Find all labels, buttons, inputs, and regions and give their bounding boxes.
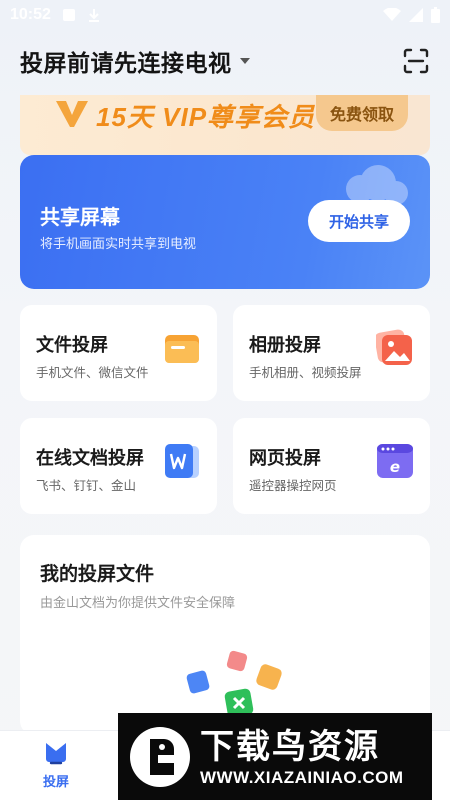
album-cast-tile[interactable]: 相册投屏 手机相册、视频投屏 — [233, 305, 430, 401]
bird-logo-icon — [130, 726, 190, 787]
status-bar: 10:52 — [0, 0, 450, 30]
tile-subtitle: 飞书、钉钉、金山 — [36, 479, 137, 493]
browser-icon: e — [377, 444, 413, 478]
tile-title: 在线文档投屏 — [36, 448, 144, 468]
connect-tv-title[interactable]: 投屏前请先连接电视 — [20, 44, 232, 78]
chevron-down-icon[interactable] — [239, 58, 250, 64]
watermark-name: 下载鸟资源 — [200, 727, 380, 766]
tile-subtitle: 手机文件、微信文件 — [36, 366, 149, 380]
cast-icon — [46, 743, 66, 765]
download-icon — [88, 9, 99, 22]
folder-icon — [165, 335, 199, 363]
online-doc-cast-tile[interactable]: 在线文档投屏 飞书、钉钉、金山 — [20, 418, 217, 514]
status-time: 10:52 — [10, 6, 51, 23]
notification-icon — [62, 9, 75, 21]
svg-text:e: e — [390, 458, 400, 476]
tab-cast-label: 投屏 — [42, 774, 69, 789]
my-cast-files-card[interactable]: 我的投屏文件 由金山文档为你提供文件安全保障 — [20, 535, 430, 735]
watermark-overlay: 下载鸟资源 WWW.XIAZAINIAO.COM — [118, 713, 432, 800]
webpage-cast-tile[interactable]: 网页投屏 遥控器操控网页 e — [233, 418, 430, 514]
photo-icon — [376, 329, 412, 365]
battery-icon — [431, 7, 440, 23]
word-doc-icon — [165, 444, 199, 478]
scan-icon — [403, 48, 429, 74]
vip-badge-icon — [56, 101, 88, 127]
tile-title: 相册投屏 — [249, 335, 321, 355]
tab-cast[interactable]: 投屏 — [28, 741, 84, 797]
start-share-button[interactable]: 开始共享 — [308, 200, 410, 242]
app-header: 投屏前请先连接电视 — [0, 38, 450, 84]
claim-free-button[interactable]: 免费领取 — [316, 95, 408, 131]
tile-title: 网页投屏 — [249, 448, 321, 468]
tile-subtitle: 手机相册、视频投屏 — [249, 366, 362, 380]
scan-button[interactable] — [402, 47, 430, 75]
my-files-title: 我的投屏文件 — [40, 564, 155, 585]
wifi-icon — [383, 8, 401, 21]
share-screen-title: 共享屏幕 — [40, 207, 120, 229]
signal-icon — [409, 8, 423, 22]
watermark-url: WWW.XIAZAINIAO.COM — [200, 767, 404, 787]
tile-title: 文件投屏 — [36, 335, 108, 355]
my-files-subtitle: 由金山文档为你提供文件安全保障 — [40, 595, 236, 610]
tile-subtitle: 遥控器操控网页 — [249, 479, 337, 493]
file-cast-tile[interactable]: 文件投屏 手机文件、微信文件 — [20, 305, 217, 401]
share-screen-subtitle: 将手机画面实时共享到电视 — [40, 236, 197, 251]
promo-text: 15天 VIP尊享会员 — [96, 102, 316, 132]
share-screen-card[interactable]: 共享屏幕 将手机画面实时共享到电视 开始共享 — [20, 155, 430, 289]
vip-promo-banner[interactable]: 15天 VIP尊享会员 免费领取 — [20, 95, 430, 155]
